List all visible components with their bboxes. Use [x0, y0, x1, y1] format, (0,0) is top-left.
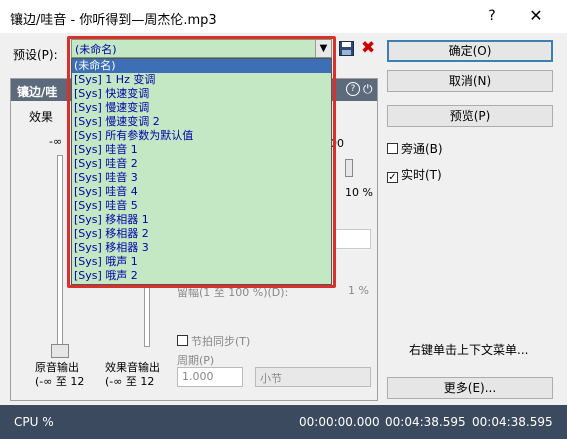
window-title: 镶边/哇音 - 你听得到—周杰伦.mp3	[10, 13, 217, 28]
wet-out-label: 效果音输出 (-∞ 至 12	[105, 361, 160, 389]
realtime-label: 实时(T)	[401, 168, 442, 182]
plugin-help-icon[interactable]: ?	[346, 82, 360, 96]
param-slider-thumb[interactable]	[345, 159, 353, 177]
dry-out-slider-track[interactable]	[57, 155, 63, 347]
dry-out-label-line1: 原音输出	[35, 361, 79, 374]
preview-button[interactable]: 预览(P)	[387, 105, 553, 127]
selection-start-time: 00:00:00.000	[299, 415, 380, 429]
bypass-label: 旁通(B)	[401, 142, 443, 156]
period-label: 周期(P)	[177, 354, 215, 367]
context-menu-hint: 右键单击上下文菜单...	[409, 343, 529, 357]
period-input[interactable]: 1.000	[177, 367, 243, 387]
plugin-title: 镶边/哇	[17, 85, 58, 99]
more-button[interactable]: 更多(E)...	[387, 377, 553, 399]
status-bar: CPU % 00:00:00.000 00:04:38.595 00:04:38…	[0, 405, 567, 439]
bypass-box[interactable]	[387, 143, 398, 154]
selection-end-time: 00:04:38.595	[385, 415, 466, 429]
title-bar: 镶边/哇音 - 你听得到—周杰伦.mp3 ? ✕	[0, 0, 567, 33]
save-icon[interactable]	[339, 41, 354, 56]
param-input[interactable]	[333, 229, 371, 249]
param-value-2: 10 %	[345, 186, 373, 199]
delete-icon[interactable]: ✖	[361, 39, 375, 57]
dry-out-slider-thumb[interactable]	[51, 344, 69, 358]
close-button[interactable]: ✕	[518, 5, 554, 27]
cancel-button[interactable]: 取消(N)	[387, 70, 553, 92]
dry-out-label: 原音输出 (-∞ 至 12	[35, 361, 84, 389]
realtime-checkbox[interactable]: ✓ 实时(T)	[387, 166, 442, 183]
power-icon[interactable]: ⏻	[363, 82, 375, 96]
duration-time: 00:04:38.595	[472, 415, 553, 429]
cpu-label: CPU %	[14, 415, 54, 429]
help-button[interactable]: ?	[478, 5, 506, 27]
preset-label: 预设(P):	[13, 48, 58, 62]
period-unit-select[interactable]: 小节	[255, 367, 371, 387]
bypass-checkbox[interactable]: 旁通(B)	[387, 140, 443, 157]
rate-value: 1 %	[348, 284, 369, 297]
tab-effect[interactable]: 效果	[29, 108, 53, 125]
ok-button[interactable]: 确定(O)	[387, 40, 553, 62]
beat-sync-checkbox[interactable]: 节拍同步(T)	[177, 333, 250, 349]
dry-out-label-line2: (-∞ 至 12	[35, 375, 85, 388]
beat-sync-label: 节拍同步(T)	[191, 335, 251, 348]
wet-out-label-line2: (-∞ 至 12	[105, 375, 155, 388]
wet-out-label-line1: 效果音输出	[105, 361, 160, 374]
realtime-box[interactable]: ✓	[387, 172, 398, 183]
dry-scale-top-label: -∞	[49, 135, 63, 148]
beat-sync-box[interactable]	[177, 335, 188, 346]
highlight-box	[67, 36, 336, 288]
